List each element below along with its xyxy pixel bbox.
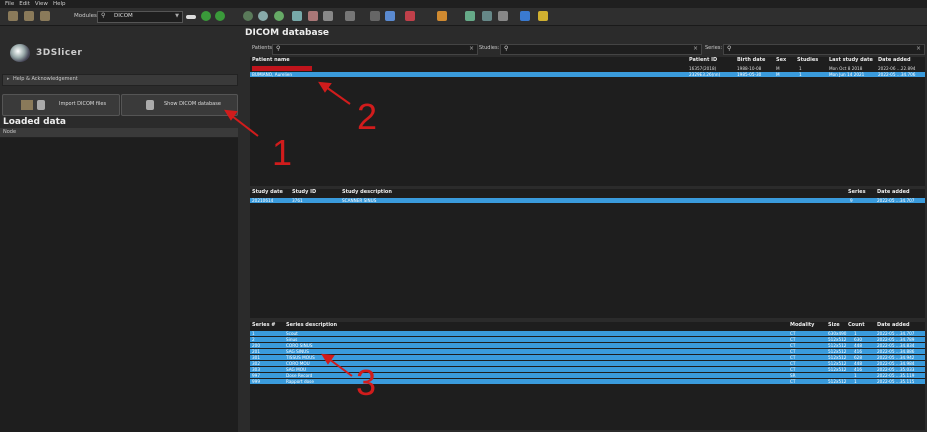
annotation-1: 1 [272,132,293,173]
arrow-3 [328,358,353,377]
annotation-2: 2 [357,96,378,137]
annotation-3: 3 [356,362,377,403]
arrow-1 [231,115,259,137]
arrow-2 [325,86,351,105]
annotation-arrows [224,81,353,377]
